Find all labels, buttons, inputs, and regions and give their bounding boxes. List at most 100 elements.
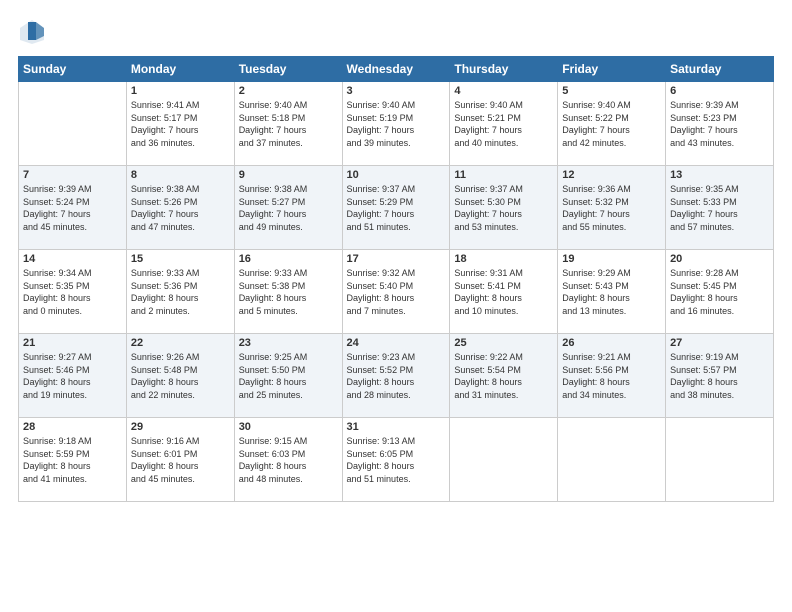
calendar-week-row: 28 Sunrise: 9:18 AM Sunset: 5:59 PM Dayli… [19,418,774,502]
day-number: 29 [131,421,230,433]
calendar-week-row: 14Sunrise: 9:34 AM Sunset: 5:35 PM Dayli… [19,250,774,334]
calendar-cell: 13Sunrise: 9:35 AM Sunset: 5:33 PM Dayli… [666,166,774,250]
logo [18,18,50,46]
cell-info: Sunrise: 9:16 AM Sunset: 6:01 PM Dayligh… [131,435,230,485]
cell-info: Sunrise: 9:22 AM Sunset: 5:54 PM Dayligh… [454,351,553,401]
day-number: 5 [562,85,661,97]
calendar-cell: 9 Sunrise: 9:38 AM Sunset: 5:27 PM Daylig… [234,166,342,250]
weekday-friday: Friday [558,57,666,82]
cell-info: Sunrise: 9:40 AM Sunset: 5:19 PM Dayligh… [347,99,446,149]
calendar-week-row: 21 Sunrise: 9:27 AM Sunset: 5:46 PM Dayli… [19,334,774,418]
calendar-table: SundayMondayTuesdayWednesdayThursdayFrid… [18,56,774,502]
calendar-cell: 3 Sunrise: 9:40 AM Sunset: 5:19 PM Daylig… [342,82,450,166]
day-number: 19 [562,253,661,265]
cell-info: Sunrise: 9:28 AM Sunset: 5:45 PM Dayligh… [670,267,769,317]
calendar-cell: 19 Sunrise: 9:29 AM Sunset: 5:43 PM Dayli… [558,250,666,334]
calendar-cell: 11 Sunrise: 9:37 AM Sunset: 5:30 PM Dayli… [450,166,558,250]
day-number: 15 [131,253,230,265]
cell-info: Sunrise: 9:15 AM Sunset: 6:03 PM Dayligh… [239,435,338,485]
calendar-cell: 2Sunrise: 9:40 AM Sunset: 5:18 PM Daylig… [234,82,342,166]
cell-info: Sunrise: 9:32 AM Sunset: 5:40 PM Dayligh… [347,267,446,317]
day-number: 9 [239,169,338,181]
calendar-cell: 30 Sunrise: 9:15 AM Sunset: 6:03 PM Dayli… [234,418,342,502]
cell-info: Sunrise: 9:33 AM Sunset: 5:36 PM Dayligh… [131,267,230,317]
day-number: 21 [23,337,122,349]
day-number: 17 [347,253,446,265]
calendar-cell: 8 Sunrise: 9:38 AM Sunset: 5:26 PM Daylig… [126,166,234,250]
calendar-cell: 5 Sunrise: 9:40 AM Sunset: 5:22 PM Daylig… [558,82,666,166]
weekday-saturday: Saturday [666,57,774,82]
calendar-week-row: 1 Sunrise: 9:41 AM Sunset: 5:17 PM Daylig… [19,82,774,166]
calendar-cell: 12 Sunrise: 9:36 AM Sunset: 5:32 PM Dayli… [558,166,666,250]
cell-info: Sunrise: 9:41 AM Sunset: 5:17 PM Dayligh… [131,99,230,149]
header [18,18,774,46]
cell-info: Sunrise: 9:33 AM Sunset: 5:38 PM Dayligh… [239,267,338,317]
cell-info: Sunrise: 9:36 AM Sunset: 5:32 PM Dayligh… [562,183,661,233]
page: SundayMondayTuesdayWednesdayThursdayFrid… [0,0,792,612]
cell-info: Sunrise: 9:26 AM Sunset: 5:48 PM Dayligh… [131,351,230,401]
day-number: 12 [562,169,661,181]
calendar-cell: 24 Sunrise: 9:23 AM Sunset: 5:52 PM Dayli… [342,334,450,418]
cell-info: Sunrise: 9:23 AM Sunset: 5:52 PM Dayligh… [347,351,446,401]
calendar-cell [19,82,127,166]
day-number: 6 [670,85,769,97]
cell-info: Sunrise: 9:31 AM Sunset: 5:41 PM Dayligh… [454,267,553,317]
day-number: 24 [347,337,446,349]
day-number: 20 [670,253,769,265]
weekday-header-row: SundayMondayTuesdayWednesdayThursdayFrid… [19,57,774,82]
calendar-cell: 25Sunrise: 9:22 AM Sunset: 5:54 PM Dayli… [450,334,558,418]
cell-info: Sunrise: 9:39 AM Sunset: 5:23 PM Dayligh… [670,99,769,149]
day-number: 22 [131,337,230,349]
day-number: 30 [239,421,338,433]
calendar-cell: 15 Sunrise: 9:33 AM Sunset: 5:36 PM Dayli… [126,250,234,334]
calendar-cell: 14Sunrise: 9:34 AM Sunset: 5:35 PM Dayli… [19,250,127,334]
calendar-cell: 18Sunrise: 9:31 AM Sunset: 5:41 PM Dayli… [450,250,558,334]
cell-info: Sunrise: 9:13 AM Sunset: 6:05 PM Dayligh… [347,435,446,485]
day-number: 13 [670,169,769,181]
day-number: 16 [239,253,338,265]
calendar-cell: 22 Sunrise: 9:26 AM Sunset: 5:48 PM Dayli… [126,334,234,418]
day-number: 28 [23,421,122,433]
day-number: 3 [347,85,446,97]
cell-info: Sunrise: 9:19 AM Sunset: 5:57 PM Dayligh… [670,351,769,401]
day-number: 1 [131,85,230,97]
calendar-cell: 4 Sunrise: 9:40 AM Sunset: 5:21 PM Daylig… [450,82,558,166]
day-number: 11 [454,169,553,181]
calendar-cell: 6 Sunrise: 9:39 AM Sunset: 5:23 PM Daylig… [666,82,774,166]
cell-info: Sunrise: 9:38 AM Sunset: 5:27 PM Dayligh… [239,183,338,233]
logo-icon [18,18,46,46]
weekday-tuesday: Tuesday [234,57,342,82]
cell-info: Sunrise: 9:38 AM Sunset: 5:26 PM Dayligh… [131,183,230,233]
day-number: 7 [23,169,122,181]
calendar-cell: 28 Sunrise: 9:18 AM Sunset: 5:59 PM Dayli… [19,418,127,502]
cell-info: Sunrise: 9:39 AM Sunset: 5:24 PM Dayligh… [23,183,122,233]
cell-info: Sunrise: 9:37 AM Sunset: 5:30 PM Dayligh… [454,183,553,233]
calendar-cell: 31 Sunrise: 9:13 AM Sunset: 6:05 PM Dayli… [342,418,450,502]
weekday-wednesday: Wednesday [342,57,450,82]
calendar-cell: 23Sunrise: 9:25 AM Sunset: 5:50 PM Dayli… [234,334,342,418]
cell-info: Sunrise: 9:40 AM Sunset: 5:21 PM Dayligh… [454,99,553,149]
cell-info: Sunrise: 9:27 AM Sunset: 5:46 PM Dayligh… [23,351,122,401]
day-number: 8 [131,169,230,181]
day-number: 31 [347,421,446,433]
cell-info: Sunrise: 9:37 AM Sunset: 5:29 PM Dayligh… [347,183,446,233]
calendar-cell [450,418,558,502]
cell-info: Sunrise: 9:29 AM Sunset: 5:43 PM Dayligh… [562,267,661,317]
calendar-cell [558,418,666,502]
day-number: 26 [562,337,661,349]
calendar-cell: 29 Sunrise: 9:16 AM Sunset: 6:01 PM Dayli… [126,418,234,502]
calendar-cell: 7 Sunrise: 9:39 AM Sunset: 5:24 PM Daylig… [19,166,127,250]
weekday-thursday: Thursday [450,57,558,82]
day-number: 2 [239,85,338,97]
calendar-cell [666,418,774,502]
calendar-week-row: 7 Sunrise: 9:39 AM Sunset: 5:24 PM Daylig… [19,166,774,250]
weekday-monday: Monday [126,57,234,82]
cell-info: Sunrise: 9:21 AM Sunset: 5:56 PM Dayligh… [562,351,661,401]
calendar-cell: 20 Sunrise: 9:28 AM Sunset: 5:45 PM Dayli… [666,250,774,334]
cell-info: Sunrise: 9:40 AM Sunset: 5:22 PM Dayligh… [562,99,661,149]
calendar-cell: 21 Sunrise: 9:27 AM Sunset: 5:46 PM Dayli… [19,334,127,418]
weekday-sunday: Sunday [19,57,127,82]
cell-info: Sunrise: 9:18 AM Sunset: 5:59 PM Dayligh… [23,435,122,485]
day-number: 4 [454,85,553,97]
day-number: 27 [670,337,769,349]
